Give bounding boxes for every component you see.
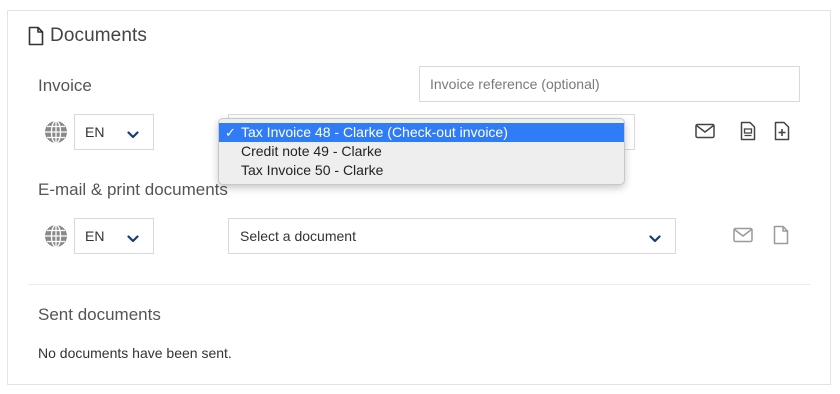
section-divider <box>28 284 810 285</box>
envelope-icon[interactable] <box>732 224 754 246</box>
dropdown-option-label: Tax Invoice 50 - Clarke <box>241 162 384 178</box>
globe-icon <box>44 224 68 248</box>
sent-documents-empty-message: No documents have been sent. <box>38 345 232 361</box>
invoice-language-select[interactable]: EN <box>74 114 154 150</box>
invoice-reference-input[interactable] <box>419 66 800 102</box>
document-select-value: Select a document <box>240 228 356 244</box>
dropdown-option[interactable]: Tax Invoice 50 - Clarke <box>219 161 624 180</box>
dropdown-option-label: Credit note 49 - Clarke <box>241 143 382 159</box>
dropdown-option[interactable]: Credit note 49 - Clarke <box>219 142 624 161</box>
sent-documents-label: Sent documents <box>38 305 161 324</box>
envelope-icon[interactable] <box>694 120 716 142</box>
invoice-label: Invoice <box>38 76 92 95</box>
page-title: Documents <box>50 25 147 46</box>
add-document-icon[interactable] <box>771 120 793 142</box>
file-icon[interactable] <box>770 224 792 246</box>
dropdown-option[interactable]: ✓ Tax Invoice 48 - Clarke (Check-out inv… <box>219 123 624 142</box>
chevron-down-icon <box>127 127 139 143</box>
language-value: EN <box>85 228 105 244</box>
chevron-down-icon <box>127 231 139 247</box>
dropdown-option-label: Tax Invoice 48 - Clarke (Check-out invoi… <box>241 124 508 140</box>
email-print-label: E-mail & print documents <box>38 180 228 199</box>
email-language-select[interactable]: EN <box>74 218 154 254</box>
chevron-down-icon <box>649 231 661 247</box>
globe-icon <box>44 120 68 144</box>
print-document-icon[interactable] <box>737 120 759 142</box>
file-icon <box>28 26 44 46</box>
language-value: EN <box>85 124 105 140</box>
invoice-document-dropdown: ✓ Tax Invoice 48 - Clarke (Check-out inv… <box>218 118 625 185</box>
email-document-select[interactable]: Select a document <box>228 218 676 254</box>
documents-header: Documents <box>28 24 147 48</box>
checkmark-icon: ✓ <box>225 125 236 140</box>
